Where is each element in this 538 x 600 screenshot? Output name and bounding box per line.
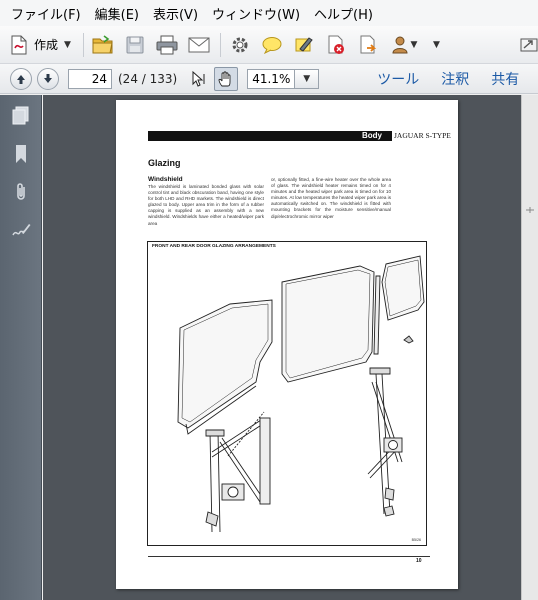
- subsection-title: Windshield: [148, 176, 183, 183]
- page-count: (24 / 133): [118, 71, 178, 86]
- menu-window[interactable]: ウィンドウ(W): [205, 4, 307, 23]
- export-button[interactable]: [355, 32, 381, 58]
- create-label: 作成: [34, 38, 59, 52]
- body-text-column-2: or, optionally fitted, a fine-wire heate…: [271, 177, 391, 219]
- email-icon: [188, 37, 210, 52]
- create-button[interactable]: 作成 ▼: [8, 34, 71, 56]
- figure-reference: B5/26: [411, 538, 421, 542]
- hand-tool-button[interactable]: [214, 66, 239, 91]
- figure-frame: FRONT AND REAR DOOR GLAZING ARRANGEMENTS: [147, 241, 427, 546]
- text-select-cursor-icon: [192, 70, 205, 87]
- menu-edit[interactable]: 編集(E): [88, 4, 146, 23]
- page-number-input[interactable]: [68, 68, 112, 89]
- comment-pane-link[interactable]: 注釈: [441, 69, 469, 89]
- hand-icon: [218, 70, 231, 86]
- next-page-button[interactable]: [37, 67, 59, 90]
- attachments-button[interactable]: [0, 173, 42, 211]
- comment-button[interactable]: [259, 32, 285, 58]
- open-button[interactable]: [90, 32, 116, 58]
- navigation-pane: [0, 95, 42, 600]
- menu-bar: ファイル(F) 編集(E) 表示(V) ウィンドウ(W) ヘルプ(H): [0, 0, 538, 26]
- menu-help[interactable]: ヘルプ(H): [307, 4, 380, 23]
- toolbar-overflow-icon[interactable]: ▼: [433, 40, 440, 50]
- body-text-column-1: The windshield is laminated bonded glass…: [148, 184, 264, 226]
- signature-pen-icon: [12, 224, 31, 236]
- bookmarks-button[interactable]: [0, 135, 42, 173]
- scrollbar-thumb[interactable]: [524, 205, 536, 215]
- arrow-down-icon: [44, 73, 52, 83]
- pdf-page: Body JAGUAR S-TYPE Glazing Windshield Th…: [116, 100, 458, 589]
- highlight-pen-icon: [295, 36, 313, 52]
- save-icon: [126, 36, 144, 53]
- paperclip-icon: [17, 183, 25, 200]
- save-button[interactable]: [122, 32, 148, 58]
- door-glazing-illustration: [177, 255, 425, 533]
- tools-pane-link[interactable]: ツール: [377, 69, 419, 89]
- page-thumbnails-button[interactable]: [0, 97, 42, 135]
- vertical-scrollbar[interactable]: [521, 95, 538, 600]
- menu-file[interactable]: ファイル(F): [4, 4, 88, 23]
- toolbar-divider: [82, 32, 84, 57]
- navigation-toolbar: (24 / 133) ▼ ツール 注釈 共有: [0, 64, 538, 94]
- section-title: Glazing: [148, 158, 181, 168]
- share-pane-link[interactable]: 共有: [491, 69, 519, 89]
- delete-pdf-icon: [328, 35, 344, 54]
- select-tool-button[interactable]: [187, 67, 211, 91]
- stamp-button[interactable]: ▼: [387, 32, 421, 58]
- comment-bubble-icon: [262, 36, 282, 54]
- settings-button[interactable]: [227, 32, 253, 58]
- delete-button[interactable]: [323, 32, 349, 58]
- header-section-label: Body: [362, 131, 382, 140]
- print-icon: [156, 35, 178, 54]
- bookmark-icon: [16, 145, 26, 163]
- fullscreen-icon: [520, 38, 538, 52]
- arrow-up-icon: [17, 74, 25, 84]
- page-number: 10: [416, 558, 422, 564]
- fullscreen-button[interactable]: [516, 32, 538, 58]
- previous-page-button[interactable]: [10, 67, 32, 90]
- footer-rule: [148, 556, 430, 557]
- open-folder-icon: [92, 34, 113, 53]
- zoom-dropdown-button[interactable]: ▼: [295, 68, 320, 89]
- chevron-down-icon: ▼: [64, 39, 71, 50]
- zoom-input[interactable]: [247, 68, 296, 89]
- chevron-down-icon: ▼: [303, 73, 311, 84]
- email-button[interactable]: [186, 32, 212, 58]
- header-bar: [148, 131, 392, 141]
- create-pdf-icon: [11, 35, 27, 54]
- export-icon: [360, 35, 377, 53]
- main-toolbar: 作成 ▼ ▼ ▼: [0, 26, 538, 64]
- highlight-button[interactable]: [291, 32, 317, 58]
- page-thumbnails-icon: [12, 106, 29, 125]
- print-button[interactable]: [154, 32, 180, 58]
- toolbar-divider: [219, 32, 221, 57]
- user-stamp-icon: [392, 36, 408, 53]
- settings-gear-icon: [232, 37, 248, 52]
- chevron-down-icon: ▼: [410, 39, 418, 50]
- menu-view[interactable]: 表示(V): [146, 4, 205, 23]
- signatures-button[interactable]: [0, 211, 42, 249]
- header-brand: JAGUAR S-TYPE: [394, 131, 451, 140]
